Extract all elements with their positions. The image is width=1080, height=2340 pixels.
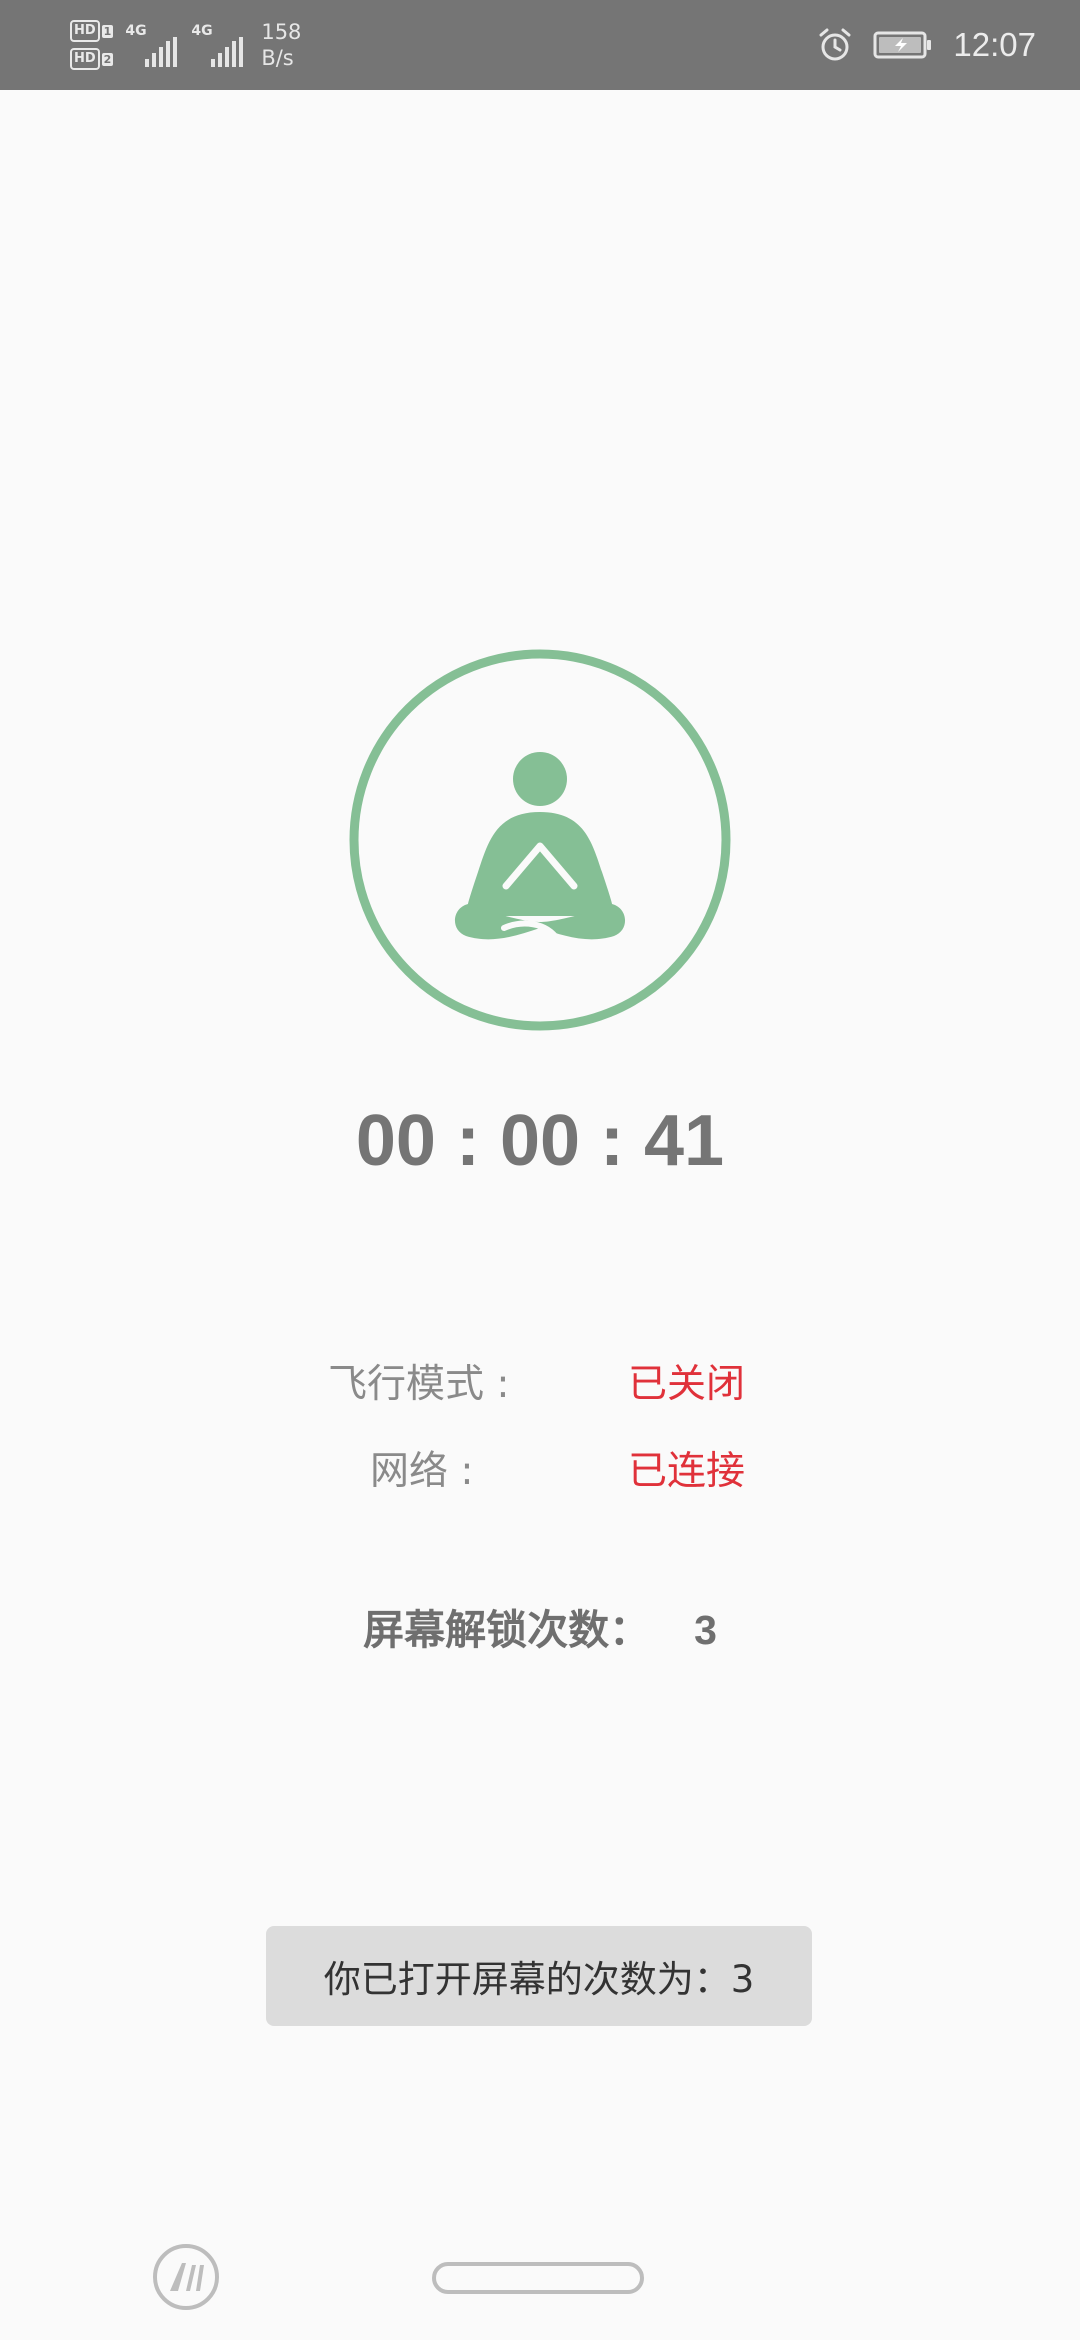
home-pill[interactable] (432, 2262, 644, 2294)
app-logo-icon[interactable] (152, 2243, 220, 2311)
sim2-hd-label: HD (70, 48, 100, 70)
status-right: 12:07 (817, 0, 1036, 90)
network-speed-unit: B/s (261, 46, 294, 70)
sim2-index: 2 (101, 52, 114, 66)
toast-message: 你已打开屏幕的次数为：3 (266, 1926, 812, 2026)
session-timer: 00 : 00 : 41 (355, 1101, 725, 1181)
signal-bars-icon (145, 37, 178, 67)
airplane-mode-row: 飞行模式 : 已关闭 (0, 1355, 1080, 1415)
unlock-count-value: 3 (694, 1607, 717, 1653)
sim1-hd-label: HD (70, 20, 100, 42)
network-speed-value: 158 (261, 20, 302, 44)
network-label: 网络 : (370, 1449, 474, 1494)
sim2-hd-badge: HD 2 (70, 48, 114, 70)
network-speed: 158 B/s (261, 19, 301, 71)
airplane-mode-label: 飞行模式 : (328, 1362, 510, 1407)
unlock-count-label: 屏幕解锁次数： (363, 1606, 651, 1654)
sim1-hd-badge: HD 1 (70, 20, 114, 42)
status-left: HD 1 HD 2 4G 4G 158 B/s (70, 14, 301, 76)
unlock-count-row: 屏幕解锁次数： 3 (0, 1600, 1080, 1660)
sim-indicators: HD 1 HD 2 (70, 20, 114, 70)
sim1-index: 1 (101, 24, 114, 38)
toast-text: 你已打开屏幕的次数为：3 (323, 1958, 755, 2001)
battery-charging-icon (873, 31, 932, 59)
sim2-signal: 4G (191, 23, 245, 67)
clock-time: 12:07 (953, 26, 1036, 63)
sim2-network-type: 4G (191, 23, 213, 39)
status-bar: HD 1 HD 2 4G 4G 158 B/s 12:07 (0, 0, 1080, 90)
alarm-icon (819, 28, 851, 61)
meditation-icon[interactable] (346, 646, 734, 1034)
navigation-bar (0, 2215, 1080, 2340)
airplane-mode-value: 已关闭 (628, 1362, 746, 1407)
network-value: 已连接 (628, 1449, 746, 1494)
network-row: 网络 : 已连接 (0, 1442, 1080, 1502)
sim1-network-type: 4G (125, 23, 147, 39)
signal-bars-icon (211, 37, 244, 67)
sim1-signal: 4G (125, 23, 179, 67)
